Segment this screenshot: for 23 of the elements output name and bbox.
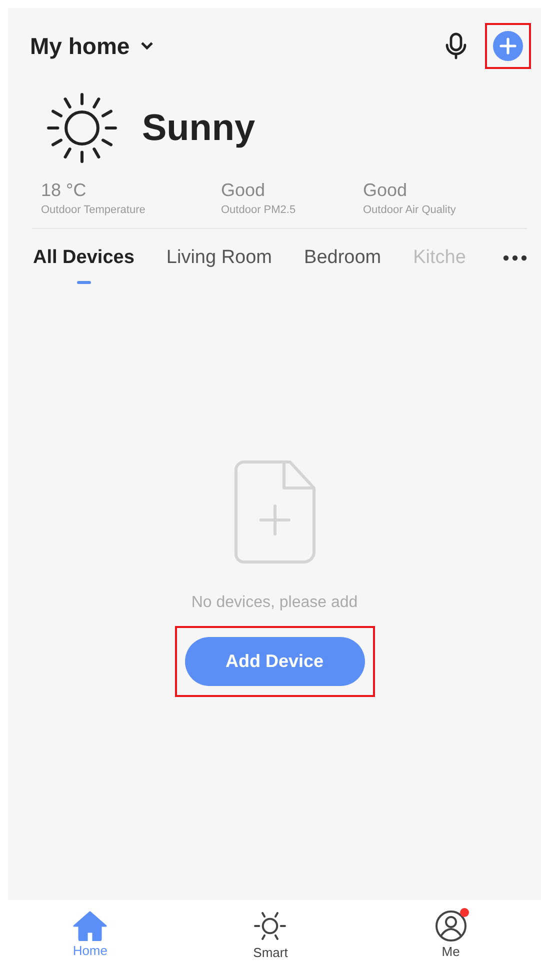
stat-value: Good xyxy=(221,180,266,201)
home-icon xyxy=(73,910,108,940)
stat-value: 18 °C xyxy=(41,180,88,201)
nav-tab[interactable]: Me xyxy=(360,900,541,964)
tab[interactable]: Bedroom xyxy=(304,247,382,296)
tab[interactable]: All Devices xyxy=(33,247,134,296)
more-icon[interactable] xyxy=(503,255,527,261)
microphone-icon[interactable] xyxy=(445,32,467,60)
stat-value: Good xyxy=(363,180,408,201)
stat-label: Outdoor Temperature xyxy=(41,204,146,216)
sun-icon xyxy=(44,90,120,166)
chevron-down-icon xyxy=(140,41,154,51)
tab[interactable]: Living Room xyxy=(166,247,272,296)
stat-label: Outdoor PM2.5 xyxy=(221,204,297,216)
add-file-icon xyxy=(234,460,316,564)
add-icon[interactable] xyxy=(493,31,523,61)
weather-condition: Sunny xyxy=(142,107,256,149)
notification-dot xyxy=(460,908,469,916)
profile-icon xyxy=(434,910,467,942)
stat-label: Outdoor Air Quality xyxy=(363,204,456,216)
home-selector[interactable]: My home xyxy=(30,32,154,60)
nav-tab[interactable]: Smart xyxy=(180,900,361,964)
empty-message: No devices, please add xyxy=(191,594,358,612)
